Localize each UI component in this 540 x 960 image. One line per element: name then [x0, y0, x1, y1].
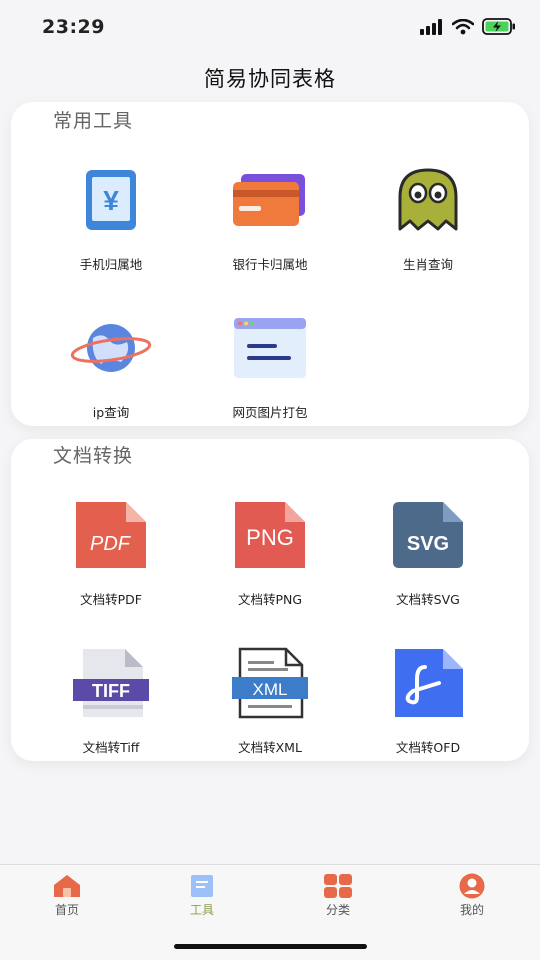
ofd-file-icon: [395, 649, 463, 717]
tool-label: 银行卡归属地: [232, 257, 308, 272]
xml-badge-text: XML: [253, 680, 288, 699]
common-tools-card: 常用工具 ¥ 手机归属地 银行卡归属地 生肖查询 ip查询 网页图片打包: [11, 102, 529, 426]
ghost-icon: [398, 168, 458, 231]
svg-text:¥: ¥: [103, 185, 119, 216]
tool-phone-location[interactable]: ¥ 手机归属地: [26, 160, 196, 280]
tiff-file-icon: TIFF: [73, 649, 149, 717]
section-title-document-conversion: 文档转换: [53, 445, 134, 467]
png-file-icon: PNG: [235, 502, 305, 568]
cellular-signal-icon: [420, 18, 442, 35]
tool-label: 网页图片打包: [232, 405, 308, 420]
tab-label: 分类: [325, 903, 350, 917]
tool-convert-tiff[interactable]: TIFF 文档转Tiff: [26, 643, 196, 763]
pdf-file-icon: PDF: [76, 502, 146, 568]
wifi-icon: [452, 18, 474, 34]
tool-convert-xml[interactable]: XML 文档转XML: [185, 643, 355, 763]
tab-categories[interactable]: 分类: [288, 873, 388, 923]
tool-label: 文档转PNG: [237, 592, 303, 607]
tab-profile[interactable]: 我的: [422, 873, 522, 923]
png-badge-text: PNG: [246, 525, 294, 550]
tool-label: 文档转XML: [238, 740, 302, 755]
tool-label: 手机归属地: [79, 257, 143, 272]
user-icon: [459, 873, 485, 899]
planet-icon: [70, 324, 152, 372]
svg-badge-text: SVG: [407, 533, 449, 555]
status-icons: [420, 18, 516, 35]
status-bar: 23:29: [0, 0, 540, 56]
phone-yen-icon: ¥: [86, 170, 136, 230]
tab-tools[interactable]: 工具: [152, 873, 252, 923]
document-conversion-card: 文档转换 PDF 文档转PDF PNG 文档转PNG SVG 文档转SVG TI…: [11, 439, 529, 761]
svg-file-icon: SVG: [393, 502, 463, 568]
home-indicator[interactable]: [174, 944, 367, 949]
bank-card-icon: [233, 174, 305, 226]
notebook-icon: [191, 875, 213, 897]
tab-home[interactable]: 首页: [17, 873, 117, 923]
page-title: 简易协同表格: [204, 67, 336, 91]
tool-label: 文档转SVG: [396, 592, 460, 607]
tab-label: 工具: [189, 903, 214, 917]
grid-icon: [324, 874, 352, 898]
section-title-common-tools: 常用工具: [53, 110, 134, 132]
tool-convert-svg[interactable]: SVG 文档转SVG: [343, 495, 513, 615]
tool-zodiac-lookup[interactable]: 生肖查询: [343, 160, 513, 280]
tiff-badge-text: TIFF: [92, 681, 130, 701]
pdf-badge-text: PDF: [90, 533, 132, 555]
status-time: 23:29: [42, 16, 105, 38]
tool-label: 文档转Tiff: [82, 740, 140, 755]
navigation-bar: 简易协同表格: [0, 56, 540, 102]
xml-file-icon: XML: [232, 647, 308, 719]
tool-webpage-image-pack[interactable]: 网页图片打包: [185, 308, 355, 428]
tool-label: 文档转OFD: [395, 740, 461, 755]
tab-label: 我的: [459, 903, 484, 917]
tool-label: 生肖查询: [402, 257, 453, 272]
home-icon: [54, 875, 80, 897]
tool-convert-png[interactable]: PNG 文档转PNG: [185, 495, 355, 615]
tool-convert-ofd[interactable]: 文档转OFD: [343, 643, 513, 763]
tool-ip-lookup[interactable]: ip查询: [26, 308, 196, 428]
tool-convert-pdf[interactable]: PDF 文档转PDF: [26, 495, 196, 615]
battery-charging-icon: [482, 18, 515, 35]
browser-window-icon: [234, 318, 306, 378]
tab-label: 首页: [54, 903, 79, 917]
tool-label: 文档转PDF: [80, 592, 142, 607]
tool-label: ip查询: [92, 405, 130, 420]
tool-bank-card-location[interactable]: 银行卡归属地: [185, 160, 355, 280]
